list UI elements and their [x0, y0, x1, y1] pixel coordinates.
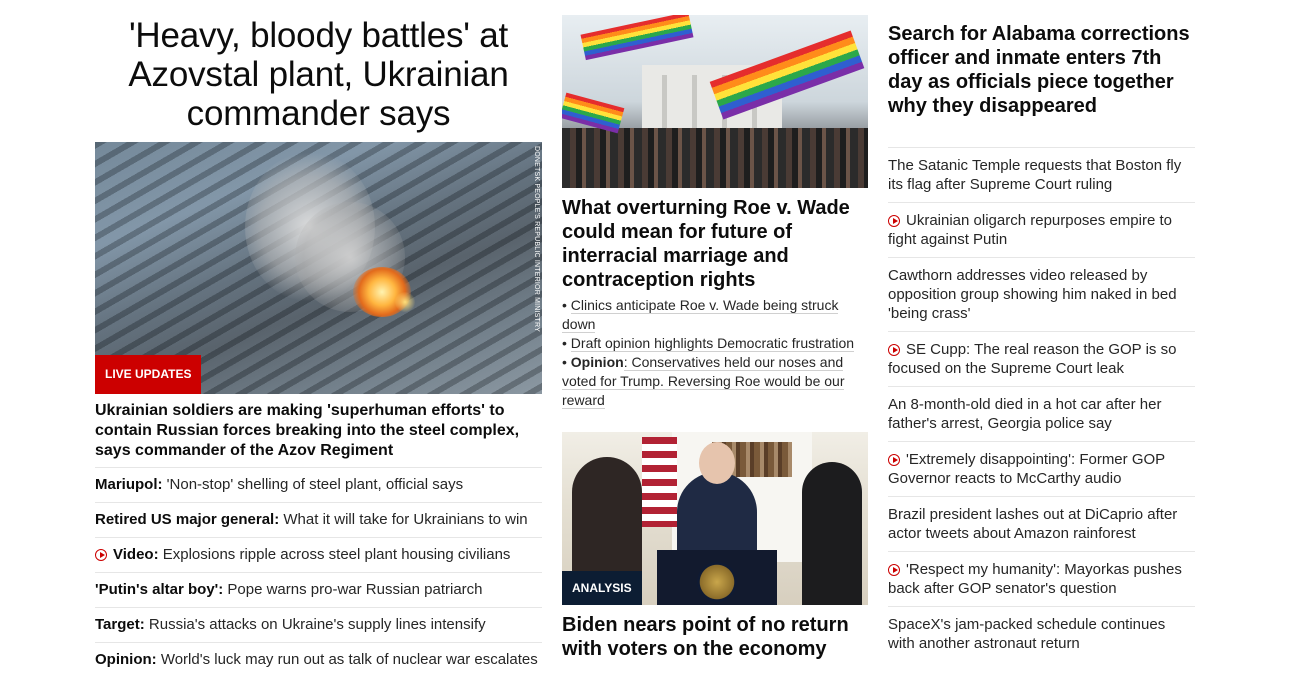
list-item[interactable]: Mariupol: 'Non-stop' shelling of steel p…	[95, 467, 542, 502]
video-play-icon	[888, 215, 900, 227]
bullet-link[interactable]: Draft opinion highlights Democratic frus…	[570, 335, 855, 352]
list-item[interactable]: SpaceX's jam-packed schedule continues w…	[888, 606, 1195, 661]
roe-story-image[interactable]	[562, 15, 868, 188]
biden-story-title[interactable]: Biden nears point of no return with vote…	[562, 613, 868, 661]
item-text: Cawthorn addresses video released by opp…	[888, 267, 1177, 322]
video-play-icon	[95, 549, 107, 561]
item-label: Retired US major general:	[95, 511, 280, 528]
item-text: 'Extremely disappointing': Former GOP Go…	[888, 451, 1165, 487]
item-text: SpaceX's jam-packed schedule continues w…	[888, 616, 1166, 652]
item-label: Video:	[113, 546, 159, 563]
video-play-icon	[888, 344, 900, 356]
list-item[interactable]: 'Respect my humanity': Mayorkas pushes b…	[888, 551, 1195, 606]
image-credit: DONETSK PEOPLE'S REPUBLIC INTERIOR MINIS…	[533, 146, 540, 333]
item-text: Russia's attacks on Ukraine's supply lin…	[144, 616, 486, 633]
list-item[interactable]: 'Putin's altar boy': Pope warns pro-war …	[95, 572, 542, 607]
item-text: Brazil president lashes out at DiCaprio …	[888, 506, 1178, 542]
list-item[interactable]: An 8-month-old died in a hot car after h…	[888, 386, 1195, 441]
live-updates-badge: LIVE UPDATES	[95, 355, 202, 394]
headline-list: The Satanic Temple requests that Boston …	[888, 147, 1195, 661]
list-item[interactable]: Target: Russia's attacks on Ukraine's su…	[95, 607, 542, 642]
list-item[interactable]: The Satanic Temple requests that Boston …	[888, 147, 1195, 202]
list-item[interactable]: Opinion: World's luck may run out as tal…	[95, 642, 542, 677]
roe-story-title[interactable]: What overturning Roe v. Wade could mean …	[562, 196, 868, 292]
item-text: Ukrainian oligarch repurposes empire to …	[888, 212, 1172, 248]
lead-story-title[interactable]: Ukrainian soldiers are making 'superhuma…	[95, 401, 542, 461]
list-item[interactable]: SE Cupp: The real reason the GOP is so f…	[888, 331, 1195, 386]
biden-story-image[interactable]: ANALYSIS	[562, 432, 868, 605]
item-label: 'Putin's altar boy':	[95, 581, 224, 598]
lead-story-image[interactable]: DONETSK PEOPLE'S REPUBLIC INTERIOR MINIS…	[95, 142, 542, 394]
item-text: The Satanic Temple requests that Boston …	[888, 157, 1182, 193]
item-text: 'Respect my humanity': Mayorkas pushes b…	[888, 561, 1182, 597]
item-text: Pope warns pro-war Russian patriarch	[223, 581, 483, 598]
bullet-link[interactable]: Clinics anticipate Roe v. Wade being str…	[562, 297, 839, 333]
list-item[interactable]: Brazil president lashes out at DiCaprio …	[888, 496, 1195, 551]
list-item[interactable]: Cawthorn addresses video released by opp…	[888, 257, 1195, 331]
item-label: Target:	[95, 616, 145, 633]
list-item[interactable]: 'Extremely disappointing': Former GOP Go…	[888, 441, 1195, 496]
list-item[interactable]: Ukrainian oligarch repurposes empire to …	[888, 202, 1195, 257]
bullet-item[interactable]: • Draft opinion highlights Democratic fr…	[562, 334, 868, 353]
item-label: Opinion:	[95, 651, 157, 668]
item-text: Explosions ripple across steel plant hou…	[158, 546, 511, 563]
bullet-item[interactable]: • Clinics anticipate Roe v. Wade being s…	[562, 296, 868, 334]
item-label: Mariupol:	[95, 476, 163, 493]
item-text: World's luck may run out as talk of nucl…	[156, 651, 538, 668]
item-text: What it will take for Ukrainians to win	[279, 511, 528, 528]
video-play-icon	[888, 454, 900, 466]
bullet-label: Opinion	[570, 354, 624, 370]
analysis-badge: ANALYSIS	[562, 571, 642, 605]
item-text: An 8-month-old died in a hot car after h…	[888, 396, 1162, 432]
list-item[interactable]: Retired US major general: What it will t…	[95, 502, 542, 537]
related-links-list: Mariupol: 'Non-stop' shelling of steel p…	[95, 467, 542, 677]
video-play-icon	[888, 564, 900, 576]
list-item[interactable]: Video: Explosions ripple across steel pl…	[95, 537, 542, 572]
roe-related-links: • Clinics anticipate Roe v. Wade being s…	[562, 296, 868, 410]
item-text: 'Non-stop' shelling of steel plant, offi…	[162, 476, 464, 493]
bullet-item[interactable]: • Opinion: Conservatives held our noses …	[562, 353, 868, 410]
item-text: SE Cupp: The real reason the GOP is so f…	[888, 341, 1177, 377]
right-headline[interactable]: Search for Alabama corrections officer a…	[888, 22, 1195, 118]
lead-headline[interactable]: 'Heavy, bloody battles' at Azovstal plan…	[95, 16, 542, 133]
